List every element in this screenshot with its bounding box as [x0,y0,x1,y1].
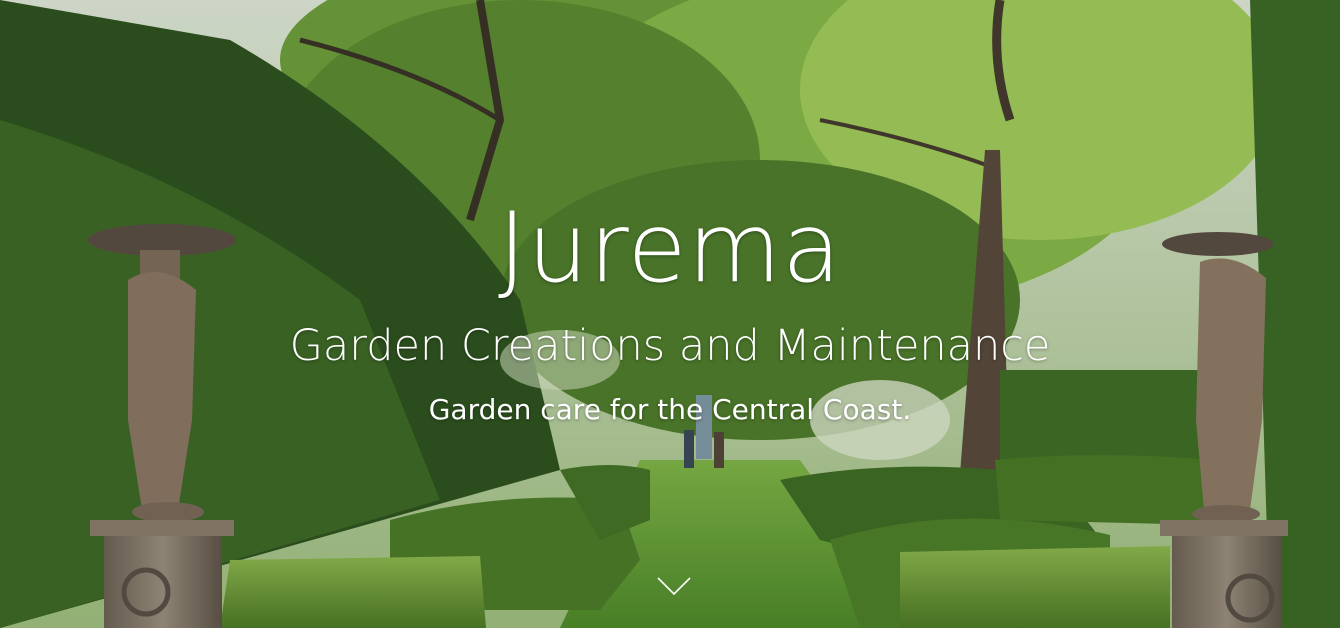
hero-section: Jurema Garden Creations and Maintenance … [0,0,1340,628]
chevron-down-icon [657,577,691,596]
site-tagline: Garden Creations and Maintenance [289,321,1051,371]
hero-text-block: Jurema Garden Creations and Maintenance … [0,0,1340,628]
scroll-down-button[interactable] [656,572,692,600]
site-title: Jurema [498,192,842,304]
hero-subtitle: Garden care for the Central Coast. [428,393,912,426]
